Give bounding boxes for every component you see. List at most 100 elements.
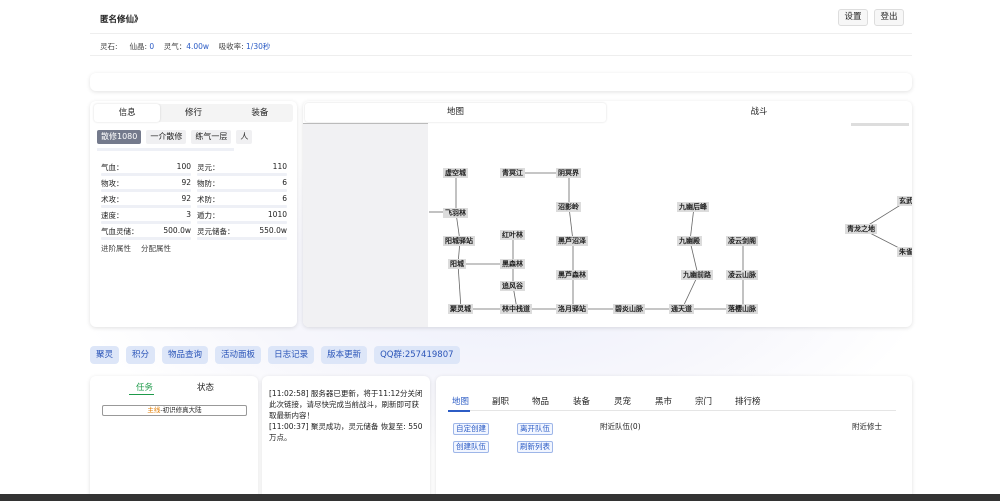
attr-left: 物攻： 92	[101, 178, 191, 192]
map-node-heilusen[interactable]: 黑芦森林	[556, 270, 588, 280]
attr-key: 速度：	[101, 211, 124, 220]
quest-title: -初识修真大陆	[160, 406, 202, 414]
version-update-button[interactable]: 版本更新	[321, 346, 368, 364]
lingqi-label: 灵气：	[163, 42, 187, 51]
quest-item[interactable]: 主线-初识修真大陆	[102, 405, 247, 416]
map-node-feiyu[interactable]: 飞羽林	[443, 208, 468, 218]
map-connections	[429, 172, 908, 310]
map-node-zhuifeng[interactable]: 追风谷	[500, 281, 525, 291]
advanced-attrs-link[interactable]: 进阶属性	[101, 243, 131, 254]
attr-key: 术防：	[197, 195, 220, 204]
tab-status[interactable]: 状态	[197, 381, 214, 393]
map-node-xuanwu[interactable]: 玄武	[897, 196, 912, 206]
attr-left: 术攻： 92	[101, 194, 191, 208]
leave-team-button[interactable]: 离开队伍	[517, 423, 553, 435]
attr-left: 气血灵储： 500.0w	[101, 226, 191, 240]
tabs-divider	[448, 410, 896, 411]
map-node-lingyunjian[interactable]: 凌云剑阁	[726, 236, 758, 246]
quest-type: 主线	[147, 406, 161, 414]
map-node-biyan[interactable]: 碧炎山脉	[613, 304, 645, 314]
world-map: 虚空城 青冥江 阴冥界 飞羽林 沼影岭 九幽后峰 玄武 青龙之地 阳城驿站 红叶林 黑芦沼泽 九幽殿凌…	[303, 123, 912, 327]
map-node-juling[interactable]: 聚灵城	[448, 304, 473, 314]
allocate-attrs-link[interactable]: 分配属性	[141, 243, 171, 254]
map-node-yangchengyi[interactable]: 阳城驿站	[443, 236, 475, 246]
bottom-bar	[0, 494, 1000, 501]
map-node-luoyue[interactable]: 洛月驿站	[556, 304, 588, 314]
map-node-lingyunshan[interactable]: 凌云山脉	[726, 270, 758, 280]
map-node-luoying[interactable]: 落樱山脉	[726, 304, 758, 314]
social-tab[interactable]: 宗门	[695, 395, 712, 407]
attr-right: 灵元储备： 550.0w	[197, 226, 287, 240]
social-tab[interactable]: 装备	[573, 395, 590, 407]
map-node-qingming[interactable]: 青冥江	[500, 168, 525, 178]
tab-cultivation[interactable]: 修行	[160, 104, 226, 122]
social-tab[interactable]: 排行榜	[735, 395, 761, 407]
map-node-tongtian[interactable]: 通天道	[669, 304, 694, 314]
map-node-zhuque[interactable]: 朱雀	[897, 247, 912, 257]
attr-left: 速度： 3	[101, 210, 191, 224]
map-node-jiuyouqian[interactable]: 九幽前路	[681, 270, 713, 280]
attr-left: 气血： 100	[101, 162, 191, 176]
attr-value: 92	[181, 178, 191, 187]
map-node-xukong[interactable]: 虚空城	[443, 168, 468, 178]
xianjing-label: 仙晶:	[129, 42, 147, 51]
game-title: 匿名修仙》	[100, 15, 143, 25]
tab-info[interactable]: 信息	[94, 104, 161, 122]
map-node-jiuyouhou[interactable]: 九幽后峰	[677, 202, 709, 212]
log-panel: [11:02:58] 服务器已更新，将于11:12分关闭此次链接，请尽快完成当前…	[262, 376, 430, 501]
map-connection	[457, 263, 462, 310]
log-entry: [11:00:37] 聚灵成功，灵元储备 恢复至: 550 万点。	[269, 422, 423, 442]
create-team-button[interactable]: 创建队伍	[453, 441, 489, 453]
tab-battle[interactable]: 战斗	[608, 103, 910, 122]
social-tab[interactable]: 黑市	[655, 395, 672, 407]
quick-buttons: 聚灵 积分 物品查询 活动面板 日志记录 版本更新 QQ群:257419807	[90, 346, 460, 364]
tab-tasks[interactable]: 任务	[136, 381, 153, 393]
xianjing-value: 0	[149, 42, 155, 51]
item-query-button[interactable]: 物品查询	[162, 346, 209, 364]
character-name-tag: 散修1080	[97, 130, 142, 144]
social-tab[interactable]: 灵宠	[614, 395, 631, 407]
map-panel: 地图 战斗 虚空城 青冥江 阴冥界飞羽林 沼影岭 九幽后峰 玄武青龙之地阳城驿站 红叶林黑芦…	[303, 101, 912, 327]
activity-panel-button[interactable]: 活动面板	[215, 346, 262, 364]
map-node-heiluzhao[interactable]: 黑芦沼泽	[556, 236, 588, 246]
social-tab[interactable]: 副职	[492, 395, 509, 407]
attr-right: 遁力： 1010	[197, 210, 287, 224]
attr-underline	[197, 189, 287, 192]
social-tab[interactable]: 地图	[452, 395, 469, 407]
log-entry: [11:02:58] 服务器已更新，将于11:12分关闭此次链接，请尽快完成当前…	[269, 389, 423, 420]
gather-spirit-button[interactable]: 聚灵	[90, 346, 120, 364]
attr-key: 气血：	[101, 163, 124, 172]
nearby-teams-label: 附近队伍(0)	[600, 422, 641, 431]
attr-right: 术防： 6	[197, 194, 287, 208]
attr-underline	[101, 189, 191, 192]
lingqi-value: 4.00w	[186, 42, 210, 51]
character-tags: 散修1080 一介散修 练气一层 人	[97, 130, 253, 144]
settings-button[interactable]: 设置	[838, 9, 868, 26]
map-node-qinglong[interactable]: 青龙之地	[845, 224, 877, 234]
map-node-linzhong[interactable]: 林中栈道	[500, 304, 532, 314]
character-tabs: 信息 修行 装备	[94, 104, 293, 122]
map-node-heisen[interactable]: 黑森林	[500, 259, 525, 269]
attr-value: 1010	[267, 210, 287, 219]
logout-button[interactable]: 登出	[874, 9, 904, 26]
attr-underline	[197, 237, 287, 240]
points-button[interactable]: 积分	[126, 346, 156, 364]
map-node-hongye[interactable]: 红叶林	[500, 230, 525, 240]
map-node-zhaoying[interactable]: 沼影岭	[556, 202, 581, 212]
log-record-button[interactable]: 日志记录	[268, 346, 315, 364]
social-tab[interactable]: 物品	[532, 395, 549, 407]
attr-key: 灵元储备：	[197, 227, 235, 236]
attr-right: 灵元： 110	[197, 162, 287, 176]
custom-create-button[interactable]: 自定创建	[453, 423, 489, 435]
attr-value: 550.0w	[259, 226, 287, 235]
tab-equipment[interactable]: 装备	[227, 104, 293, 122]
refresh-list-button[interactable]: 刷新列表	[517, 441, 553, 453]
stats-divider	[90, 55, 912, 56]
map-node-yangcheng[interactable]: 阳城	[448, 259, 466, 269]
top-header: 匿名修仙》 设置 登出 灵石: 仙晶: 0 灵气：4.00w 吸收率: 1/30…	[90, 0, 912, 64]
task-panel: 任务 状态 主线-初识修真大陆	[90, 376, 258, 501]
qq-group-button[interactable]: QQ群:257419807	[374, 346, 460, 364]
tab-map[interactable]: 地图	[305, 103, 606, 122]
map-node-jiuyoudian[interactable]: 九幽殿	[677, 236, 702, 246]
map-node-yinming[interactable]: 阴冥界	[556, 168, 581, 178]
